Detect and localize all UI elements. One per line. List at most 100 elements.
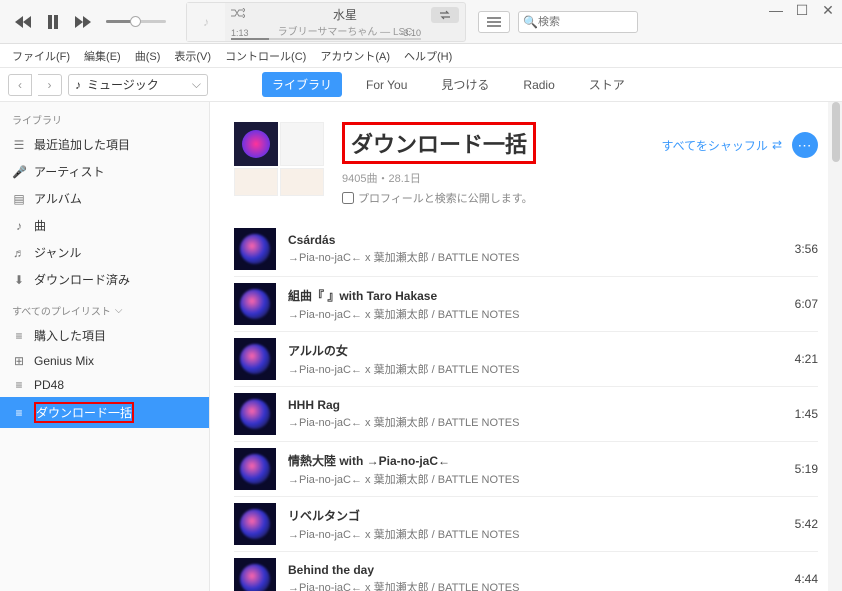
sidebar-item-albums[interactable]: ▤アルバム bbox=[0, 185, 209, 212]
tab-for-you[interactable]: For You bbox=[356, 74, 417, 96]
now-playing-artist: ラブリーサマーちゃん — LSC bbox=[225, 23, 465, 38]
track-artwork bbox=[234, 228, 276, 270]
sidebar-item-genres[interactable]: ♬ジャンル bbox=[0, 239, 209, 266]
sidebar-item-label: Genius Mix bbox=[34, 354, 94, 368]
recent-icon: ☰ bbox=[12, 138, 26, 152]
next-button[interactable] bbox=[72, 11, 94, 33]
track-artist: →Pia-no-jaC← x 葉加瀬太郎 / BATTLE NOTES bbox=[288, 414, 778, 430]
more-button[interactable]: ⋯ bbox=[792, 132, 818, 158]
track-artist: →Pia-no-jaC← x 葉加瀬太郎 / BATTLE NOTES bbox=[288, 249, 778, 265]
publish-checkbox-row[interactable]: プロフィールと検索に公開します。 bbox=[342, 190, 818, 206]
sidebar-item-pd48[interactable]: ≡PD48 bbox=[0, 373, 209, 397]
menu-help[interactable]: ヘルプ(H) bbox=[398, 46, 458, 66]
download-icon: ⬇ bbox=[12, 273, 26, 287]
genius-icon: ⊞ bbox=[12, 354, 26, 368]
sidebar-item-label: 最近追加した項目 bbox=[34, 136, 130, 153]
content: ダウンロード一括 9405曲・28.1日 プロフィールと検索に公開します。 すべ… bbox=[210, 102, 842, 591]
track-duration: 3:56 bbox=[778, 242, 818, 256]
track-info: 組曲『 』with Taro Hakase →Pia-no-jaC← x 葉加瀬太… bbox=[288, 287, 778, 322]
minimize-button[interactable]: — bbox=[768, 2, 784, 19]
pause-button[interactable] bbox=[42, 11, 64, 33]
track-artwork bbox=[234, 338, 276, 380]
scrollbar-track[interactable] bbox=[828, 102, 842, 591]
window-controls: — ☐ ✕ bbox=[768, 2, 836, 19]
track-row[interactable]: 組曲『 』with Taro Hakase →Pia-no-jaC← x 葉加瀬太… bbox=[234, 276, 818, 331]
track-info: 情熱大陸 with →Pia-no-jaC←→Pia-no-jaC← x 葉加瀬… bbox=[288, 452, 778, 487]
track-artist: →Pia-no-jaC← x 葉加瀬太郎 / BATTLE NOTES bbox=[288, 306, 778, 322]
progress-bar[interactable] bbox=[231, 38, 421, 40]
picker-label: ミュージック bbox=[87, 76, 159, 93]
track-artist: →Pia-no-jaC← x 葉加瀬太郎 / BATTLE NOTES bbox=[288, 526, 778, 542]
menu-view[interactable]: 表示(V) bbox=[168, 46, 217, 66]
music-icon: ♪ bbox=[75, 78, 81, 92]
menu-edit[interactable]: 編集(E) bbox=[78, 46, 127, 66]
track-artwork bbox=[234, 393, 276, 435]
sidebar-heading-library: ライブラリ bbox=[0, 102, 209, 131]
track-artwork bbox=[234, 283, 276, 325]
sidebar-item-label: アーティスト bbox=[34, 163, 105, 180]
maximize-button[interactable]: ☐ bbox=[794, 2, 810, 19]
publish-checkbox[interactable] bbox=[342, 192, 354, 204]
sidebar-item-recent[interactable]: ☰ 最近追加した項目 bbox=[0, 131, 209, 158]
tab-store[interactable]: ストア bbox=[579, 72, 635, 97]
sidebar-heading-playlists[interactable]: すべてのプレイリスト ⌵ bbox=[0, 293, 209, 322]
sidebar-item-label: ダウンロード一括 bbox=[34, 402, 134, 423]
volume-slider[interactable] bbox=[106, 20, 166, 23]
list-view-button[interactable] bbox=[478, 11, 510, 33]
remaining-time: -3:10 bbox=[400, 28, 421, 38]
track-duration: 4:21 bbox=[778, 352, 818, 366]
track-duration: 5:19 bbox=[778, 462, 818, 476]
playlist-icon: ≡ bbox=[12, 378, 26, 392]
track-title: リベルタンゴ bbox=[288, 507, 778, 524]
track-list: Csárdás→Pia-no-jaC← x 葉加瀬太郎 / BATTLE NOT… bbox=[210, 218, 842, 591]
track-row[interactable]: リベルタンゴ →Pia-no-jaC← x 葉加瀬太郎 / BATTLE NOTE… bbox=[234, 496, 818, 551]
playlist-title-highlight: ダウンロード一括 bbox=[342, 122, 536, 164]
mic-icon: 🎤 bbox=[12, 165, 26, 179]
sidebar-item-genius[interactable]: ⊞ Genius Mix bbox=[0, 349, 209, 373]
track-row[interactable]: アルルの女→Pia-no-jaC← x 葉加瀬太郎 / BATTLE NOTES… bbox=[234, 331, 818, 386]
search-input[interactable] bbox=[538, 16, 628, 28]
track-row[interactable]: Behind the day→Pia-no-jaC← x 葉加瀬太郎 / BAT… bbox=[234, 551, 818, 591]
playlist-title: ダウンロード一括 bbox=[351, 127, 527, 159]
playlist-icon: ≡ bbox=[12, 329, 26, 343]
sidebar-item-downloaded[interactable]: ⬇ ダウンロード済み bbox=[0, 266, 209, 293]
search-icon: 🔍 bbox=[523, 15, 538, 29]
sidebar-item-purchased[interactable]: ≡購入した項目 bbox=[0, 322, 209, 349]
playlist-actions: すべてをシャッフル ⇄ ⋯ bbox=[661, 132, 818, 158]
track-row[interactable]: 情熱大陸 with →Pia-no-jaC←→Pia-no-jaC← x 葉加瀬… bbox=[234, 441, 818, 496]
sidebar-item-artists[interactable]: 🎤 アーティスト bbox=[0, 158, 209, 185]
menu-control[interactable]: コントロール(C) bbox=[219, 46, 312, 66]
publish-label: プロフィールと検索に公開します。 bbox=[358, 190, 533, 206]
sidebar-item-label: ダウンロード済み bbox=[34, 271, 130, 288]
shuffle-all-label: すべてをシャッフル bbox=[661, 137, 767, 154]
track-duration: 4:44 bbox=[778, 572, 818, 586]
tab-browse[interactable]: 見つける bbox=[431, 72, 499, 97]
previous-button[interactable] bbox=[12, 11, 34, 33]
sidebar-item-songs[interactable]: ♪曲 bbox=[0, 212, 209, 239]
track-duration: 6:07 bbox=[778, 297, 818, 311]
track-title: Behind the day bbox=[288, 563, 778, 577]
elapsed-time: 1:13 bbox=[231, 28, 249, 38]
track-row[interactable]: Csárdás→Pia-no-jaC← x 葉加瀬太郎 / BATTLE NOT… bbox=[234, 222, 818, 276]
media-picker[interactable]: ♪ ミュージック ⌵ bbox=[68, 74, 208, 96]
track-row[interactable]: HHH Rag→Pia-no-jaC← x 葉加瀬太郎 / BATTLE NOT… bbox=[234, 386, 818, 441]
menu-file[interactable]: ファイル(F) bbox=[6, 46, 76, 66]
shuffle-all-button[interactable]: すべてをシャッフル ⇄ bbox=[661, 137, 782, 154]
scrollbar-thumb[interactable] bbox=[832, 102, 840, 162]
forward-button[interactable]: › bbox=[38, 74, 62, 96]
now-playing-lcd: ♪ 水星 ラブリーサマーちゃん — LSC 1:13 -3:10 bbox=[186, 2, 466, 42]
track-title: 組曲『 』with Taro Hakase bbox=[288, 287, 778, 304]
tab-radio[interactable]: Radio bbox=[513, 74, 564, 96]
close-button[interactable]: ✕ bbox=[820, 2, 836, 19]
sidebar-item-download-batch[interactable]: ≡ダウンロード一括 bbox=[0, 397, 209, 428]
menu-song[interactable]: 曲(S) bbox=[129, 46, 167, 66]
back-button[interactable]: ‹ bbox=[8, 74, 32, 96]
album-icon: ▤ bbox=[12, 192, 26, 206]
tab-library[interactable]: ライブラリ bbox=[262, 72, 342, 97]
repeat-button[interactable] bbox=[431, 7, 459, 23]
menu-account[interactable]: アカウント(A) bbox=[314, 46, 396, 66]
search-box[interactable]: 🔍 bbox=[518, 11, 638, 33]
genre-icon: ♬ bbox=[12, 246, 26, 260]
track-title: アルルの女 bbox=[288, 342, 778, 359]
track-artwork bbox=[234, 448, 276, 490]
